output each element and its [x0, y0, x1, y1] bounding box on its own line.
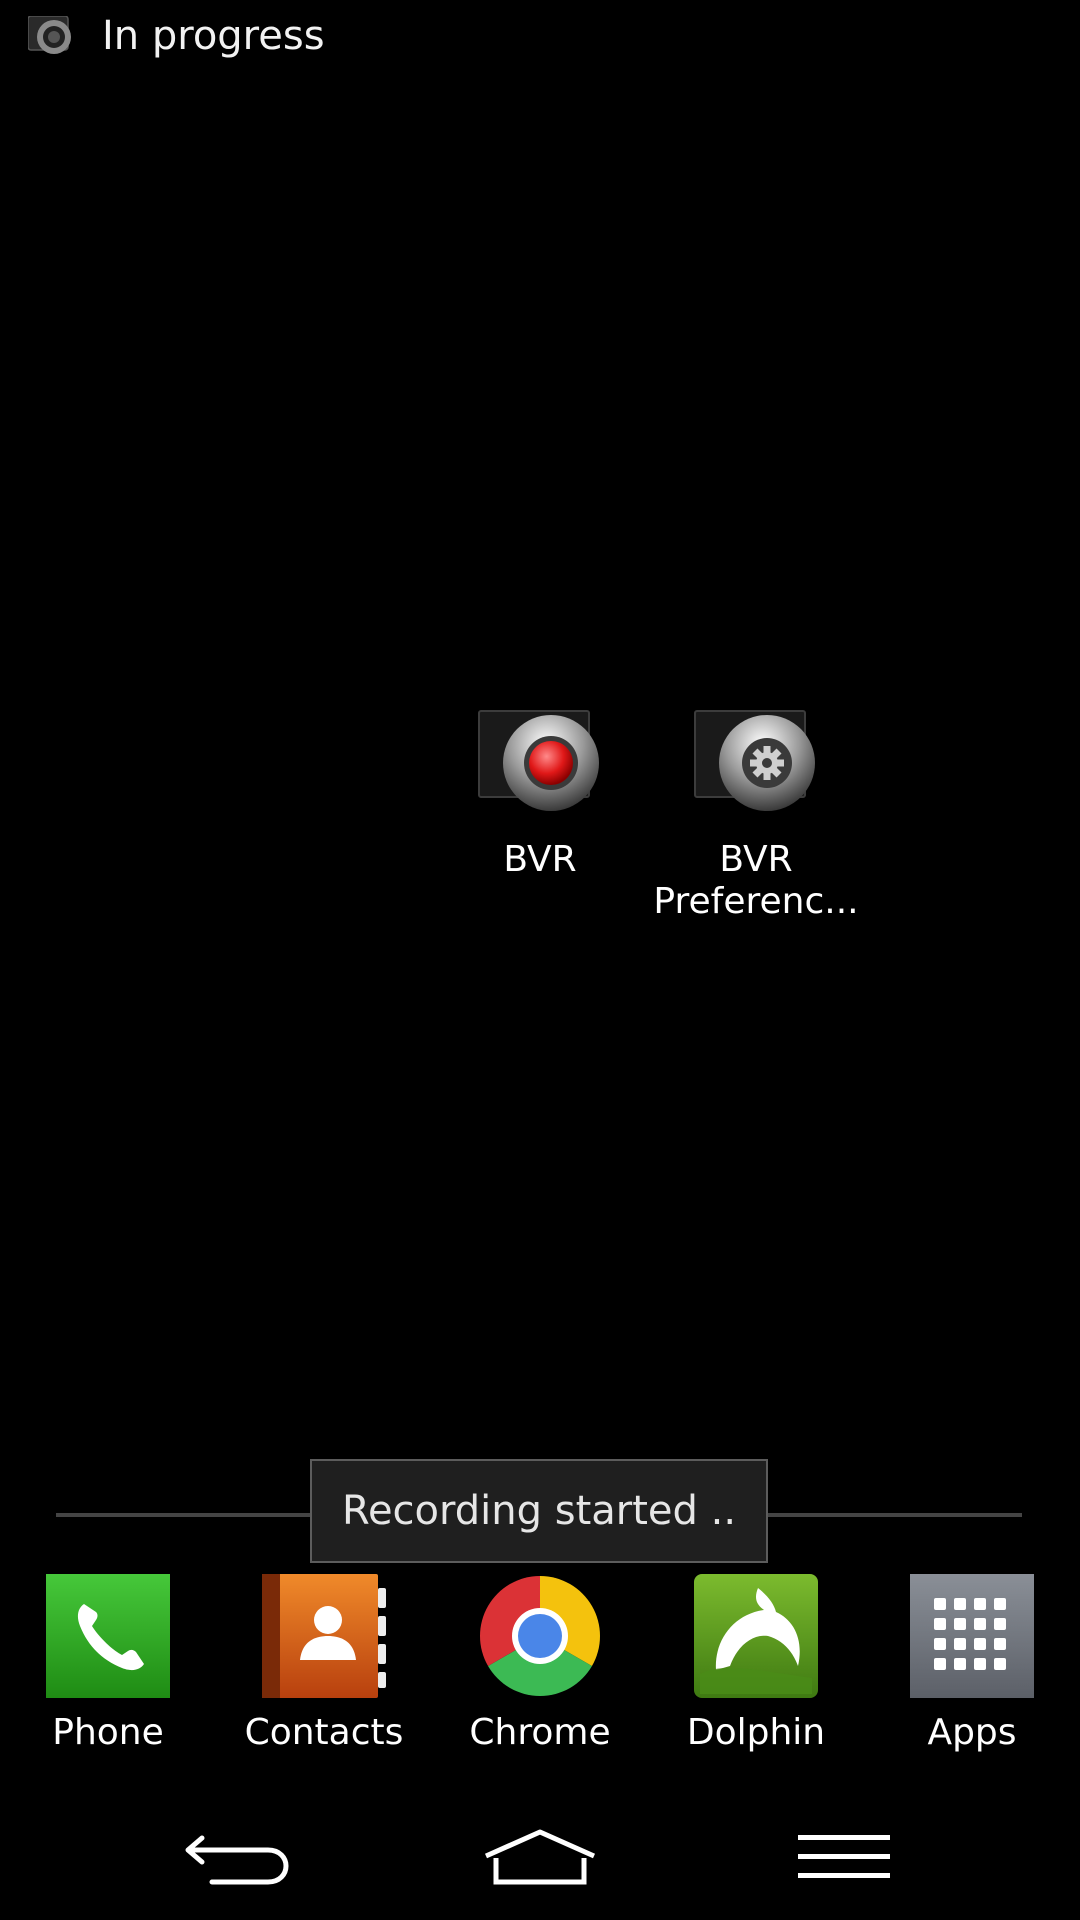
- dock-label: Contacts: [244, 1712, 404, 1753]
- dock-phone[interactable]: Phone: [8, 1574, 208, 1754]
- dock-label: Chrome: [469, 1712, 611, 1753]
- back-icon: [182, 1828, 294, 1892]
- menu-icon: [796, 1833, 892, 1887]
- settings-gear-icon: [646, 709, 866, 819]
- phone-icon: [46, 1574, 170, 1698]
- dock-apps[interactable]: Apps: [872, 1574, 1072, 1754]
- status-bar[interactable]: In progress: [0, 0, 1080, 72]
- apps-grid-icon: [910, 1574, 1034, 1698]
- home-button[interactable]: [460, 1820, 620, 1900]
- dock-chrome[interactable]: Chrome: [440, 1574, 640, 1754]
- dock-label: Apps: [927, 1712, 1017, 1753]
- dolphin-icon: [694, 1574, 818, 1698]
- toast-text: Recording started ..: [341, 1488, 737, 1534]
- shortcut-label: BVR: [503, 839, 577, 880]
- dock-contacts[interactable]: Contacts: [224, 1574, 424, 1754]
- home-screen: In progress BVR BVR Preferenc... Recordi…: [0, 0, 1080, 1920]
- camera-lens-icon: [27, 15, 80, 58]
- shortcut-bvr[interactable]: BVR: [430, 709, 650, 881]
- record-button-icon: [430, 709, 650, 819]
- shortcut-label-line-2: Preferenc...: [653, 881, 859, 922]
- back-button[interactable]: [158, 1820, 318, 1900]
- notification-text: In progress: [102, 13, 325, 59]
- chrome-icon: [478, 1574, 602, 1698]
- shortcut-label-line-1: BVR: [719, 839, 793, 880]
- shortcut-label: BVR Preferenc...: [646, 839, 866, 923]
- navigation-bar: [0, 1800, 1080, 1920]
- shortcut-bvr-preferences[interactable]: BVR Preferenc...: [646, 709, 866, 923]
- toast-message: Recording started ..: [310, 1459, 768, 1563]
- dock-label: Dolphin: [686, 1712, 826, 1753]
- dock-dolphin[interactable]: Dolphin: [656, 1574, 856, 1754]
- dock-label: Phone: [52, 1712, 164, 1753]
- menu-button[interactable]: [764, 1820, 924, 1900]
- contacts-book-icon: [262, 1574, 386, 1698]
- home-icon: [482, 1828, 598, 1892]
